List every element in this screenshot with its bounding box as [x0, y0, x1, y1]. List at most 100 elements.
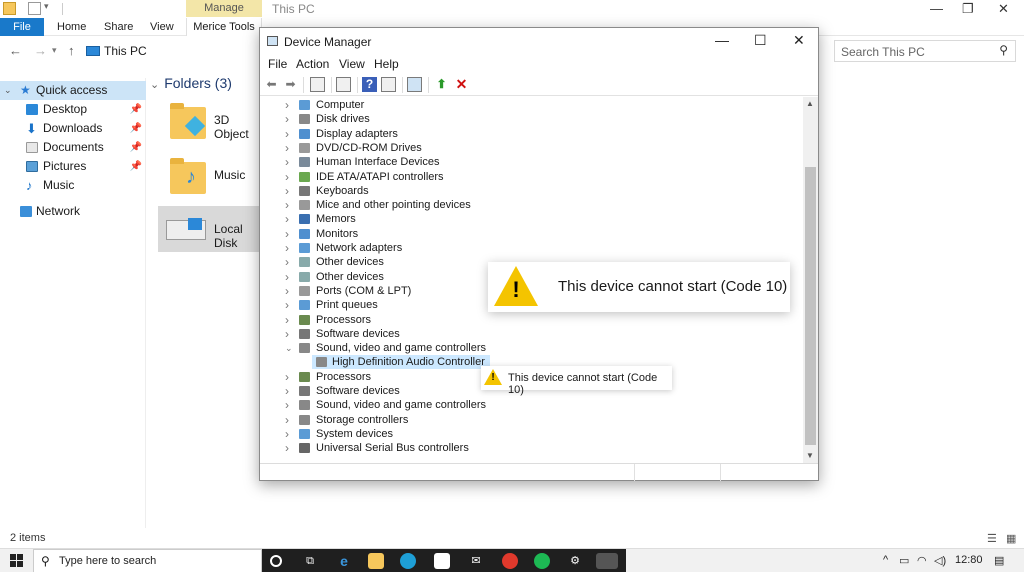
- task-view-icon[interactable]: ⧉: [302, 553, 318, 569]
- chevron-right-icon[interactable]: ›: [285, 141, 289, 155]
- tab-merice-tools[interactable]: Merice Tools: [186, 18, 262, 36]
- chevron-right-icon[interactable]: ›: [285, 212, 289, 226]
- wifi-icon[interactable]: ◠: [917, 554, 927, 567]
- battery-icon[interactable]: ▭: [899, 554, 909, 567]
- close-icon[interactable]: ✕: [793, 32, 805, 49]
- chevron-right-icon[interactable]: ›: [285, 313, 289, 327]
- action-pane-icon[interactable]: [381, 77, 396, 92]
- pin-icon[interactable]: 📌: [130, 100, 142, 119]
- chevron-right-icon[interactable]: ›: [285, 241, 289, 255]
- chevron-right-icon[interactable]: ›: [285, 112, 289, 126]
- chevron-right-icon[interactable]: ›: [285, 127, 289, 141]
- details-view-icon[interactable]: ☰: [987, 532, 997, 545]
- scrollbar-thumb[interactable]: [805, 167, 816, 445]
- pin-icon[interactable]: 📌: [130, 157, 142, 176]
- uninstall-device-icon[interactable]: ✕: [454, 77, 469, 92]
- tab-file[interactable]: File: [0, 18, 44, 36]
- maximize-icon[interactable]: ☐: [754, 32, 767, 49]
- chevron-right-icon[interactable]: ›: [285, 441, 289, 455]
- chevron-right-icon[interactable]: ›: [285, 413, 289, 427]
- address-field[interactable]: This PC: [86, 41, 256, 61]
- volume-icon[interactable]: ◁): [934, 554, 946, 567]
- taskbar-search-input[interactable]: ⚲ Type here to search: [33, 549, 262, 572]
- folders-group-header[interactable]: ⌄ Folders (3): [150, 75, 232, 91]
- nav-item-desktop[interactable]: Desktop 📌: [0, 100, 146, 119]
- chevron-right-icon[interactable]: ›: [285, 427, 289, 441]
- chevron-right-icon[interactable]: ›: [285, 327, 289, 341]
- folder-tile-music[interactable]: ♪ Music: [160, 152, 260, 204]
- chevron-down-icon[interactable]: ⌄: [285, 341, 293, 355]
- nav-item-network[interactable]: Network: [0, 202, 146, 221]
- nav-quick-access[interactable]: ⌄ ★ Quick access: [0, 81, 146, 100]
- scan-hardware-icon[interactable]: [407, 77, 422, 92]
- minimize-icon[interactable]: —: [715, 32, 729, 48]
- menu-action[interactable]: Action: [296, 57, 329, 71]
- minimize-icon[interactable]: —: [930, 1, 943, 16]
- back-arrow-icon[interactable]: ⬅: [264, 77, 279, 92]
- scroll-down-icon[interactable]: ▼: [806, 451, 814, 460]
- chevron-down-icon[interactable]: ▾: [44, 1, 49, 12]
- tiles-view-icon[interactable]: ▦: [1006, 532, 1016, 545]
- chevron-right-icon[interactable]: ›: [285, 227, 289, 241]
- edge-icon[interactable]: [400, 553, 416, 569]
- chevron-right-icon[interactable]: ›: [285, 255, 289, 269]
- chevron-right-icon[interactable]: ›: [285, 98, 289, 112]
- clock[interactable]: 12:80: [955, 554, 983, 566]
- nav-item-pictures[interactable]: Pictures 📌: [0, 157, 146, 176]
- pin-icon[interactable]: 📌: [130, 119, 142, 138]
- chevron-right-icon[interactable]: ›: [285, 155, 289, 169]
- back-arrow-icon[interactable]: ←: [9, 43, 22, 58]
- vertical-scrollbar[interactable]: ▲ ▼: [803, 97, 818, 463]
- restore-icon[interactable]: ❐: [962, 1, 974, 17]
- chevron-right-icon[interactable]: ›: [285, 184, 289, 198]
- spotify-icon[interactable]: [534, 553, 550, 569]
- tab-home[interactable]: Home: [57, 21, 86, 33]
- scroll-up-icon[interactable]: ▲: [806, 99, 814, 108]
- chevron-right-icon[interactable]: ›: [285, 298, 289, 312]
- close-icon[interactable]: ✕: [998, 1, 1009, 17]
- pin-icon[interactable]: 📌: [130, 138, 142, 157]
- tab-share[interactable]: Share: [104, 21, 133, 33]
- properties-icon[interactable]: [336, 77, 351, 92]
- help-icon[interactable]: ?: [362, 77, 377, 92]
- chevron-right-icon[interactable]: ›: [285, 384, 289, 398]
- chevron-right-icon[interactable]: ›: [285, 270, 289, 284]
- chrome-icon[interactable]: [502, 553, 518, 569]
- device-category-icon: [299, 228, 310, 239]
- store-icon[interactable]: [434, 553, 450, 569]
- nav-item-music[interactable]: ♪ Music: [0, 176, 146, 195]
- up-arrow-icon[interactable]: ↑: [68, 43, 75, 58]
- folder-tile-3d-objects[interactable]: 3D Object: [160, 97, 260, 153]
- update-driver-icon[interactable]: ⬆: [434, 77, 449, 92]
- chevron-right-icon[interactable]: ›: [285, 170, 289, 184]
- chevron-right-icon[interactable]: ›: [285, 370, 289, 384]
- recent-chevron-icon[interactable]: ▾: [52, 45, 57, 56]
- folder-qa-icon[interactable]: [3, 2, 16, 15]
- tab-view[interactable]: View: [150, 21, 174, 33]
- menu-view[interactable]: View: [339, 57, 365, 71]
- show-hide-console-icon[interactable]: [310, 77, 325, 92]
- nav-item-documents[interactable]: Documents 📌: [0, 138, 146, 157]
- menu-help[interactable]: Help: [374, 57, 399, 71]
- mail-icon[interactable]: ✉: [468, 553, 484, 569]
- chevron-up-icon[interactable]: ^: [883, 554, 888, 566]
- notifications-icon[interactable]: ▤: [994, 554, 1004, 567]
- search-input[interactable]: Search This PC ⚲: [834, 40, 1016, 62]
- file-explorer-icon[interactable]: [368, 553, 384, 569]
- tab-manage[interactable]: Manage: [186, 0, 262, 17]
- chevron-right-icon[interactable]: ›: [285, 198, 289, 212]
- settings-gear-icon[interactable]: ⚙: [567, 553, 583, 569]
- menu-file[interactable]: File: [268, 57, 287, 71]
- chevron-right-icon[interactable]: ›: [285, 284, 289, 298]
- tree-device-item[interactable]: High Definition Audio Controller: [312, 355, 490, 370]
- windows-start-icon[interactable]: [10, 554, 24, 568]
- forward-arrow-icon[interactable]: ➡: [283, 77, 298, 92]
- nav-item-downloads[interactable]: ⬇ Downloads 📌: [0, 119, 146, 138]
- edge-legacy-icon[interactable]: e: [336, 553, 352, 569]
- checkbox-qa-icon[interactable]: [28, 2, 41, 15]
- cortana-icon[interactable]: [270, 555, 282, 567]
- chevron-right-icon[interactable]: ›: [285, 398, 289, 412]
- device-manager-taskbar-icon[interactable]: [596, 553, 618, 569]
- forward-arrow-icon[interactable]: →: [34, 43, 47, 58]
- drive-tile-local-disk[interactable]: Local Disk: [158, 206, 260, 252]
